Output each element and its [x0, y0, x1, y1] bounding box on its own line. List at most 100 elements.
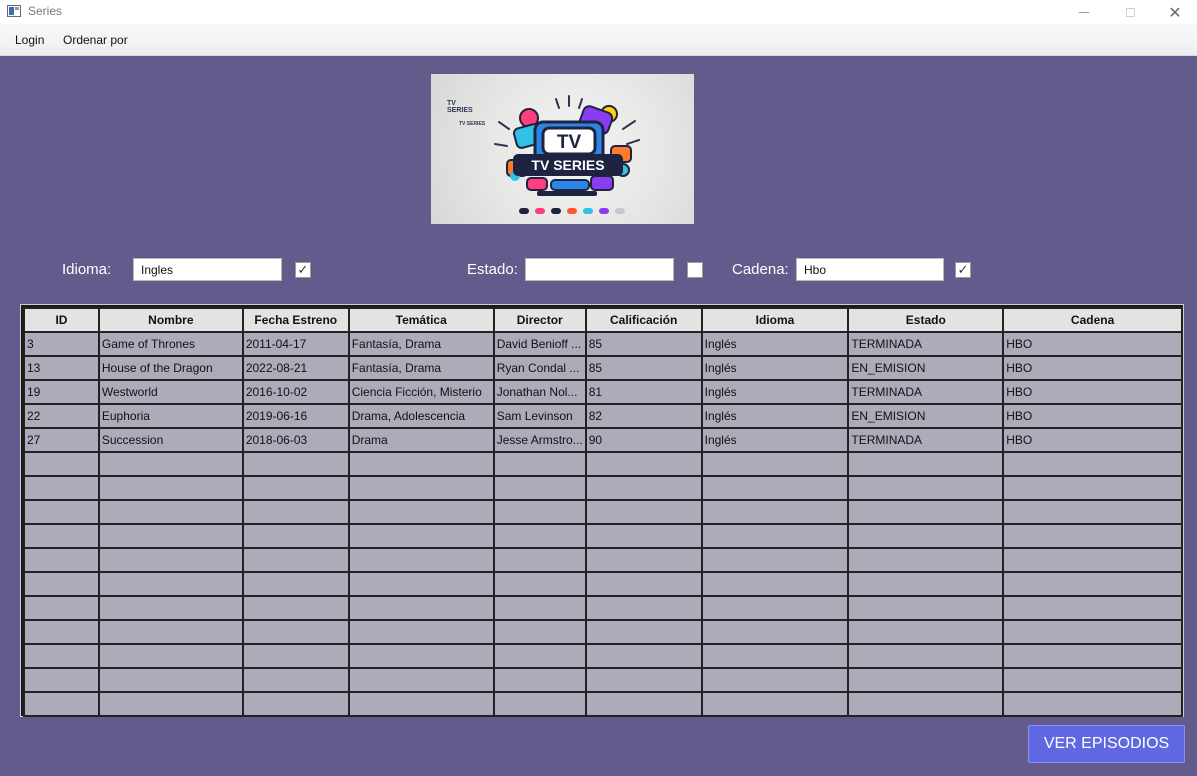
table-cell[interactable] [347, 451, 495, 477]
table-cell[interactable] [700, 691, 850, 717]
table-cell[interactable] [700, 451, 850, 477]
column-header-estado[interactable]: Estado [847, 307, 1005, 333]
table-cell[interactable] [700, 523, 850, 549]
table-cell[interactable] [1002, 451, 1183, 477]
table-cell[interactable] [97, 619, 244, 645]
empty-table-row[interactable] [23, 595, 1183, 621]
table-cell[interactable] [241, 691, 350, 717]
table-cell[interactable] [847, 643, 1005, 669]
table-cell[interactable] [1002, 667, 1183, 693]
empty-table-row[interactable] [23, 451, 1183, 477]
table-cell[interactable] [241, 523, 350, 549]
table-cell[interactable] [97, 667, 244, 693]
table-cell[interactable]: Ryan Condal ... [492, 355, 587, 381]
table-cell[interactable]: HBO [1002, 355, 1183, 381]
table-cell[interactable] [97, 691, 244, 717]
table-cell[interactable] [97, 643, 244, 669]
table-cell[interactable] [23, 691, 100, 717]
table-cell[interactable] [492, 643, 587, 669]
table-cell[interactable]: Drama, Adolescencia [347, 403, 495, 429]
table-cell[interactable]: House of the Dragon [97, 355, 244, 381]
column-header-tematica[interactable]: Temática [347, 307, 495, 333]
table-cell[interactable] [584, 571, 703, 597]
empty-table-row[interactable] [23, 691, 1183, 717]
table-cell[interactable] [584, 523, 703, 549]
table-cell[interactable] [492, 523, 587, 549]
table-cell[interactable] [847, 523, 1005, 549]
table-cell[interactable] [97, 523, 244, 549]
empty-table-row[interactable] [23, 547, 1183, 573]
table-cell[interactable]: 90 [584, 427, 703, 453]
menu-login[interactable]: Login [15, 33, 44, 47]
table-cell[interactable]: Jonathan Nol... [492, 379, 587, 405]
table-cell[interactable] [492, 619, 587, 645]
column-header-nombre[interactable]: Nombre [97, 307, 244, 333]
series-data-grid[interactable]: ID Nombre Fecha Estreno Temática Directo… [20, 304, 1184, 717]
column-header-calificacion[interactable]: Calificación [584, 307, 703, 333]
table-cell[interactable] [700, 547, 850, 573]
table-cell[interactable]: 22 [23, 403, 100, 429]
table-cell[interactable]: Inglés [700, 379, 850, 405]
table-cell[interactable]: 2018-06-03 [241, 427, 350, 453]
table-cell[interactable] [347, 571, 495, 597]
table-cell[interactable]: 81 [584, 379, 703, 405]
table-cell[interactable] [23, 475, 100, 501]
table-cell[interactable] [1002, 595, 1183, 621]
table-cell[interactable]: 82 [584, 403, 703, 429]
table-cell[interactable]: Fantasía, Drama [347, 355, 495, 381]
table-cell[interactable] [97, 571, 244, 597]
table-row[interactable]: 19 Westworld 2016-10-02 Ciencia Ficción, Mi… [23, 379, 1183, 405]
table-cell[interactable] [492, 547, 587, 573]
table-cell[interactable] [241, 547, 350, 573]
table-cell[interactable] [347, 667, 495, 693]
table-row[interactable]: 3 Game of Thrones 2011-04-17 Fantasía, Dram… [23, 331, 1183, 357]
table-cell[interactable]: 3 [23, 331, 100, 357]
column-header-idioma[interactable]: Idioma [700, 307, 850, 333]
table-cell[interactable] [23, 667, 100, 693]
menu-ordenar-por[interactable]: Ordenar por [63, 33, 128, 47]
table-cell[interactable] [1002, 547, 1183, 573]
table-cell[interactable]: Ciencia Ficción, Misterio [347, 379, 495, 405]
idioma-checkbox[interactable]: ✓ [295, 262, 311, 278]
table-cell[interactable] [23, 619, 100, 645]
table-cell[interactable]: 19 [23, 379, 100, 405]
table-cell[interactable] [1002, 619, 1183, 645]
table-cell[interactable]: 85 [584, 355, 703, 381]
table-cell[interactable] [492, 499, 587, 525]
table-cell[interactable]: 2019-06-16 [241, 403, 350, 429]
empty-table-row[interactable] [23, 643, 1183, 669]
table-cell[interactable] [584, 595, 703, 621]
table-cell[interactable]: TERMINADA [847, 427, 1005, 453]
table-cell[interactable] [97, 499, 244, 525]
table-cell[interactable]: Fantasía, Drama [347, 331, 495, 357]
close-button[interactable]: ✕ [1152, 0, 1197, 24]
table-cell[interactable]: Inglés [700, 355, 850, 381]
empty-table-row[interactable] [23, 619, 1183, 645]
table-cell[interactable] [584, 643, 703, 669]
table-cell[interactable] [847, 475, 1005, 501]
table-cell[interactable]: Drama [347, 427, 495, 453]
table-cell[interactable] [23, 499, 100, 525]
table-cell[interactable]: Jesse Armstro... [492, 427, 587, 453]
table-cell[interactable] [23, 523, 100, 549]
table-cell[interactable] [847, 595, 1005, 621]
table-cell[interactable]: Sam Levinson [492, 403, 587, 429]
table-cell[interactable] [1002, 643, 1183, 669]
table-cell[interactable] [584, 451, 703, 477]
idioma-input[interactable] [133, 258, 282, 281]
table-cell[interactable] [700, 475, 850, 501]
table-cell[interactable] [847, 547, 1005, 573]
table-cell[interactable] [241, 451, 350, 477]
estado-checkbox[interactable] [687, 262, 703, 278]
table-cell[interactable] [492, 595, 587, 621]
table-cell[interactable] [584, 499, 703, 525]
table-cell[interactable] [241, 499, 350, 525]
table-cell[interactable]: 13 [23, 355, 100, 381]
table-cell[interactable] [97, 451, 244, 477]
table-cell[interactable] [700, 643, 850, 669]
table-cell[interactable] [347, 691, 495, 717]
table-cell[interactable] [97, 547, 244, 573]
table-cell[interactable] [847, 619, 1005, 645]
table-cell[interactable] [584, 547, 703, 573]
table-cell[interactable] [847, 667, 1005, 693]
